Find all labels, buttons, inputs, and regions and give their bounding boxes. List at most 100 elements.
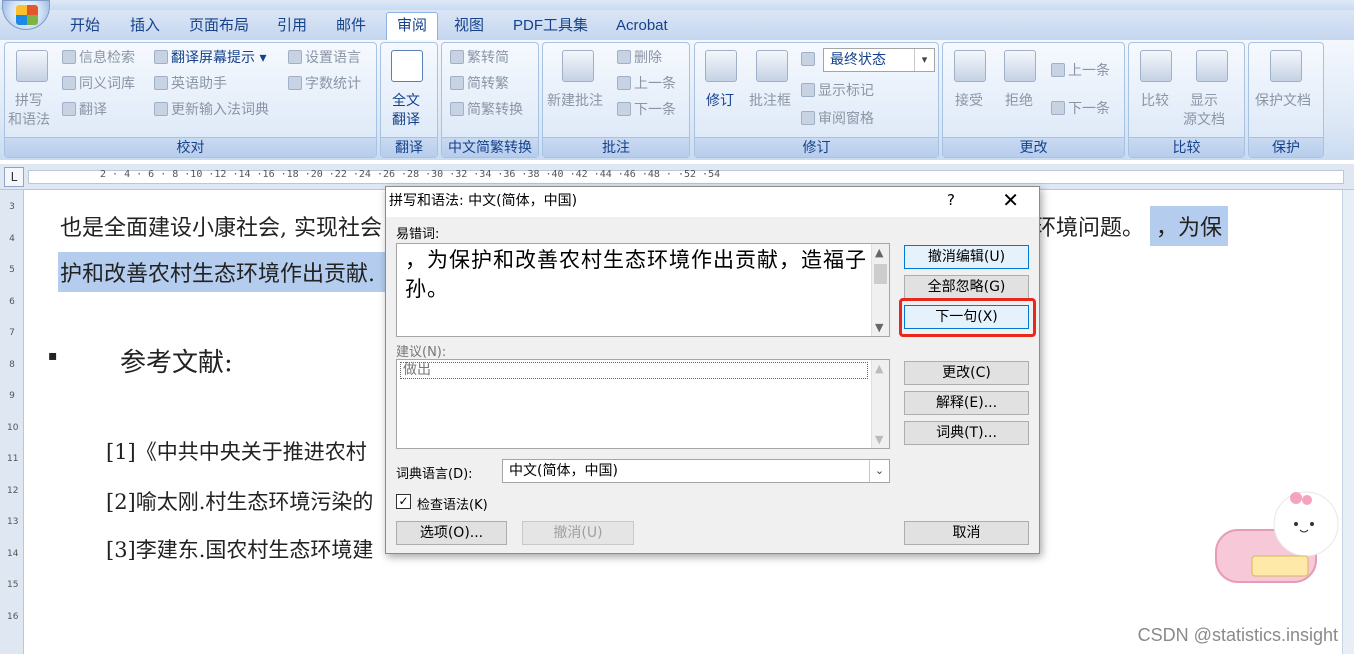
spelling-grammar-dialog: 拼写和语法: 中文(简体，中国) ? ✕ 易错词: ，为保护和改善农村生态环境作… bbox=[385, 186, 1040, 554]
watermark-text: CSDN @statistics.insight bbox=[1137, 625, 1338, 645]
research-button[interactable]: 信息检索 bbox=[62, 49, 135, 67]
full-translate-button[interactable]: 全文 翻译 bbox=[392, 92, 420, 130]
english-assistant-button[interactable]: 英语助手 bbox=[154, 75, 227, 93]
explain-button[interactable]: 解释(E)... bbox=[904, 391, 1029, 415]
suggestions-label: 建议(N): bbox=[396, 345, 447, 360]
tab-view[interactable]: 视图 bbox=[454, 15, 484, 39]
tab-insert[interactable]: 插入 bbox=[130, 15, 160, 39]
thesaurus-button[interactable]: 同义词库 bbox=[62, 75, 135, 93]
undo-edit-button[interactable]: 撤消编辑(U) bbox=[904, 245, 1029, 269]
prev-change-button[interactable]: 上一条 bbox=[1051, 62, 1110, 80]
show-markup-icon bbox=[801, 83, 815, 97]
tab-home[interactable]: 开始 bbox=[70, 15, 100, 39]
group-label: 校对 bbox=[5, 137, 376, 157]
track-changes-button[interactable]: 修订 bbox=[706, 92, 734, 111]
bullet: ▪ bbox=[48, 348, 58, 364]
group-label: 更改 bbox=[943, 137, 1124, 157]
office-logo-icon bbox=[16, 5, 38, 25]
chevron-down-icon[interactable]: ▼ bbox=[875, 433, 883, 446]
thesaurus-icon bbox=[62, 76, 76, 90]
vruler-numbers: 3 4 5 6 7 8 9 10 11 12 13 14 15 16 bbox=[7, 192, 19, 633]
doc-highlight-2: 护和改善农村生态环境作出贡献. bbox=[58, 252, 398, 292]
next-change-button[interactable]: 下一条 bbox=[1051, 100, 1110, 118]
previous-icon bbox=[1051, 63, 1065, 77]
doc-line-1-end: 环境问题。 bbox=[1034, 216, 1145, 241]
group-label: 修订 bbox=[695, 137, 938, 157]
vruler-number: 5 bbox=[9, 265, 15, 275]
vruler-number: 12 bbox=[7, 485, 19, 496]
trad-to-simp-icon bbox=[450, 50, 464, 64]
vruler-number: 15 bbox=[7, 580, 19, 590]
delete-comment-button[interactable]: 删除 bbox=[617, 49, 662, 67]
group-label: 保护 bbox=[1249, 137, 1323, 157]
dictionary-button[interactable]: 词典(T)... bbox=[904, 421, 1029, 445]
suggestions-scrollbar[interactable]: ▲ ▼ bbox=[871, 360, 889, 448]
vruler-number: 6 bbox=[9, 296, 15, 307]
reference-3: [3]李建东.国农村生态环境建 bbox=[106, 538, 374, 562]
protect-document-button[interactable]: 保护文档 bbox=[1255, 92, 1311, 111]
spelling-grammar-button[interactable]: 拼写 和语法 bbox=[8, 92, 50, 130]
tab-page-layout[interactable]: 页面布局 bbox=[189, 15, 249, 39]
doc-line-1: 也是全面建设小康社会, 实现社会 bbox=[60, 216, 382, 241]
next-icon bbox=[1051, 101, 1065, 115]
suggestions-list[interactable]: 做出 ▲ ▼ bbox=[396, 359, 890, 449]
scroll-thumb[interactable] bbox=[874, 264, 887, 284]
display-for-review-select[interactable]: 最终状态 ▾ bbox=[823, 48, 935, 72]
change-button[interactable]: 更改(C) bbox=[904, 361, 1029, 385]
update-ime-button[interactable]: 更新输入法词典 bbox=[154, 101, 269, 119]
vertical-scrollbar[interactable] bbox=[1342, 190, 1354, 654]
balloons-icon bbox=[756, 50, 788, 82]
error-label: 易错词: bbox=[396, 227, 440, 242]
compare-button[interactable]: 比较 bbox=[1141, 92, 1169, 111]
tab-acrobat[interactable]: Acrobat bbox=[616, 15, 668, 39]
set-language-button[interactable]: 设置语言 bbox=[288, 49, 361, 67]
show-source-button[interactable]: 显示 源文档 bbox=[1183, 92, 1225, 130]
error-text: ，为保护和改善农村生态环境作出贡献，造福子孙。 bbox=[405, 248, 867, 301]
language-icon bbox=[288, 50, 302, 64]
simp-to-trad-button[interactable]: 简转繁 bbox=[450, 75, 509, 93]
options-button[interactable]: 选项(O)... bbox=[396, 521, 507, 545]
tab-references[interactable]: 引用 bbox=[277, 15, 307, 39]
vruler-number: 16 bbox=[7, 611, 19, 622]
chevron-up-icon[interactable]: ▲ bbox=[875, 246, 883, 259]
vruler-number: 10 bbox=[7, 422, 19, 433]
chevron-down-icon: ⌄ bbox=[869, 460, 889, 482]
ignore-all-button[interactable]: 全部忽略(G) bbox=[904, 275, 1029, 299]
dialog-title: 拼写和语法: 中文(简体，中国) bbox=[389, 193, 578, 209]
bunny-sticker-image bbox=[1215, 491, 1339, 583]
tab-mailings[interactable]: 邮件 bbox=[336, 15, 366, 39]
error-scrollbar[interactable]: ▲ ▼ bbox=[871, 244, 889, 336]
spelling-icon bbox=[16, 50, 48, 82]
suggestion-item[interactable]: 做出 bbox=[400, 362, 868, 379]
error-text-box[interactable]: ，为保护和改善农村生态环境作出贡献，造福子孙。 ▲ ▼ bbox=[396, 243, 890, 337]
dictionary-language-select[interactable]: 中文(简体，中国) ⌄ bbox=[502, 459, 890, 483]
reviewing-pane-button[interactable]: 审阅窗格 bbox=[801, 110, 874, 128]
close-icon[interactable]: ✕ bbox=[1002, 188, 1019, 212]
word-count-button[interactable]: 字数统计 bbox=[288, 75, 361, 93]
balloons-button[interactable]: 批注框 bbox=[749, 92, 791, 111]
new-comment-button[interactable]: 新建批注 bbox=[547, 92, 603, 111]
translate-button[interactable]: 翻译 bbox=[62, 101, 107, 119]
check-grammar-checkbox[interactable]: ✓ bbox=[396, 494, 411, 509]
prev-comment-button[interactable]: 上一条 bbox=[617, 75, 676, 93]
reject-button[interactable]: 拒绝 bbox=[1005, 92, 1033, 111]
vertical-ruler[interactable]: 3 4 5 6 7 8 9 10 11 12 13 14 15 16 bbox=[0, 190, 24, 654]
tab-selector[interactable]: L bbox=[4, 167, 24, 187]
tab-review[interactable]: 审阅 bbox=[386, 12, 439, 41]
help-icon[interactable]: ? bbox=[947, 191, 955, 209]
tab-pdf-tools[interactable]: PDF工具集 bbox=[513, 15, 588, 39]
next-comment-button[interactable]: 下一条 bbox=[617, 101, 676, 119]
accept-button[interactable]: 接受 bbox=[955, 92, 983, 111]
undo-button[interactable]: 撤消(U) bbox=[522, 521, 634, 545]
translation-screentip-button[interactable]: 翻译屏幕提示 ▾ bbox=[154, 49, 266, 67]
convert-button[interactable]: 简繁转换 bbox=[450, 101, 523, 119]
chevron-up-icon[interactable]: ▲ bbox=[875, 362, 883, 375]
trad-to-simp-button[interactable]: 繁转简 bbox=[450, 49, 509, 67]
previous-icon bbox=[617, 76, 631, 90]
cancel-button[interactable]: 取消 bbox=[904, 521, 1029, 545]
references-heading: 参考文献: bbox=[120, 348, 233, 378]
reference-2: [2]喻太刚.村生态环境污染的 bbox=[106, 490, 374, 514]
chevron-down-icon[interactable]: ▼ bbox=[875, 321, 883, 334]
compare-icon bbox=[1140, 50, 1172, 82]
show-markup-button[interactable]: 显示标记 bbox=[801, 82, 874, 100]
